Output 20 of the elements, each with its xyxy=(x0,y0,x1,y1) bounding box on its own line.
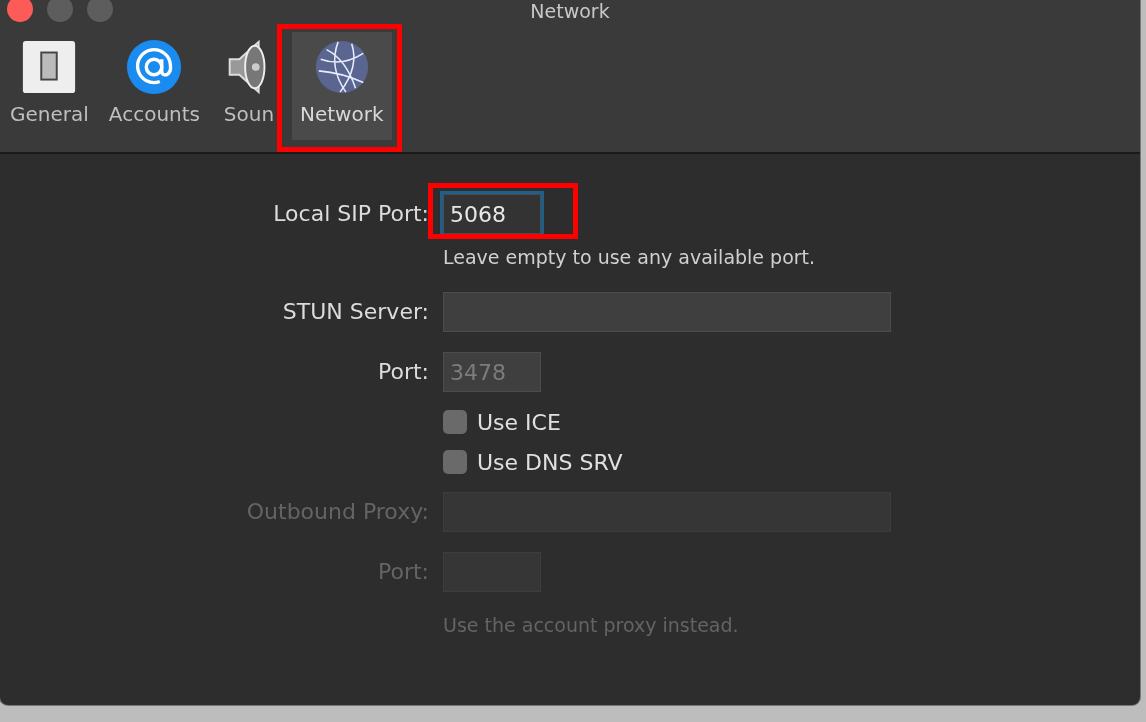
checkbox-label: Use DNS SRV xyxy=(477,449,623,475)
input-field[interactable]: 3478 xyxy=(443,352,541,392)
checkbox-label: Use ICE xyxy=(477,409,561,435)
at-sign-icon xyxy=(125,38,184,96)
toolbar-tab[interactable]: Soun xyxy=(214,32,284,140)
zoom-button[interactable] xyxy=(87,0,113,22)
checkbox[interactable] xyxy=(443,450,467,474)
input-field[interactable] xyxy=(443,292,891,332)
input-field[interactable]: 5068 xyxy=(443,194,541,234)
close-button[interactable] xyxy=(7,0,33,22)
toolbar-tab[interactable]: General xyxy=(4,32,95,140)
hint-text: Leave empty to use any available port. xyxy=(443,245,817,270)
field-label: Port: xyxy=(376,358,429,386)
toolbar-tab[interactable]: Accounts xyxy=(102,32,206,140)
field-label: Local SIP Port: xyxy=(272,200,429,228)
toolbar-tab[interactable]: Network xyxy=(292,32,392,140)
minimize-button[interactable] xyxy=(47,0,73,22)
checkbox[interactable] xyxy=(443,410,467,434)
window-title: Network xyxy=(530,0,610,22)
field-label: STUN Server: xyxy=(281,298,429,326)
